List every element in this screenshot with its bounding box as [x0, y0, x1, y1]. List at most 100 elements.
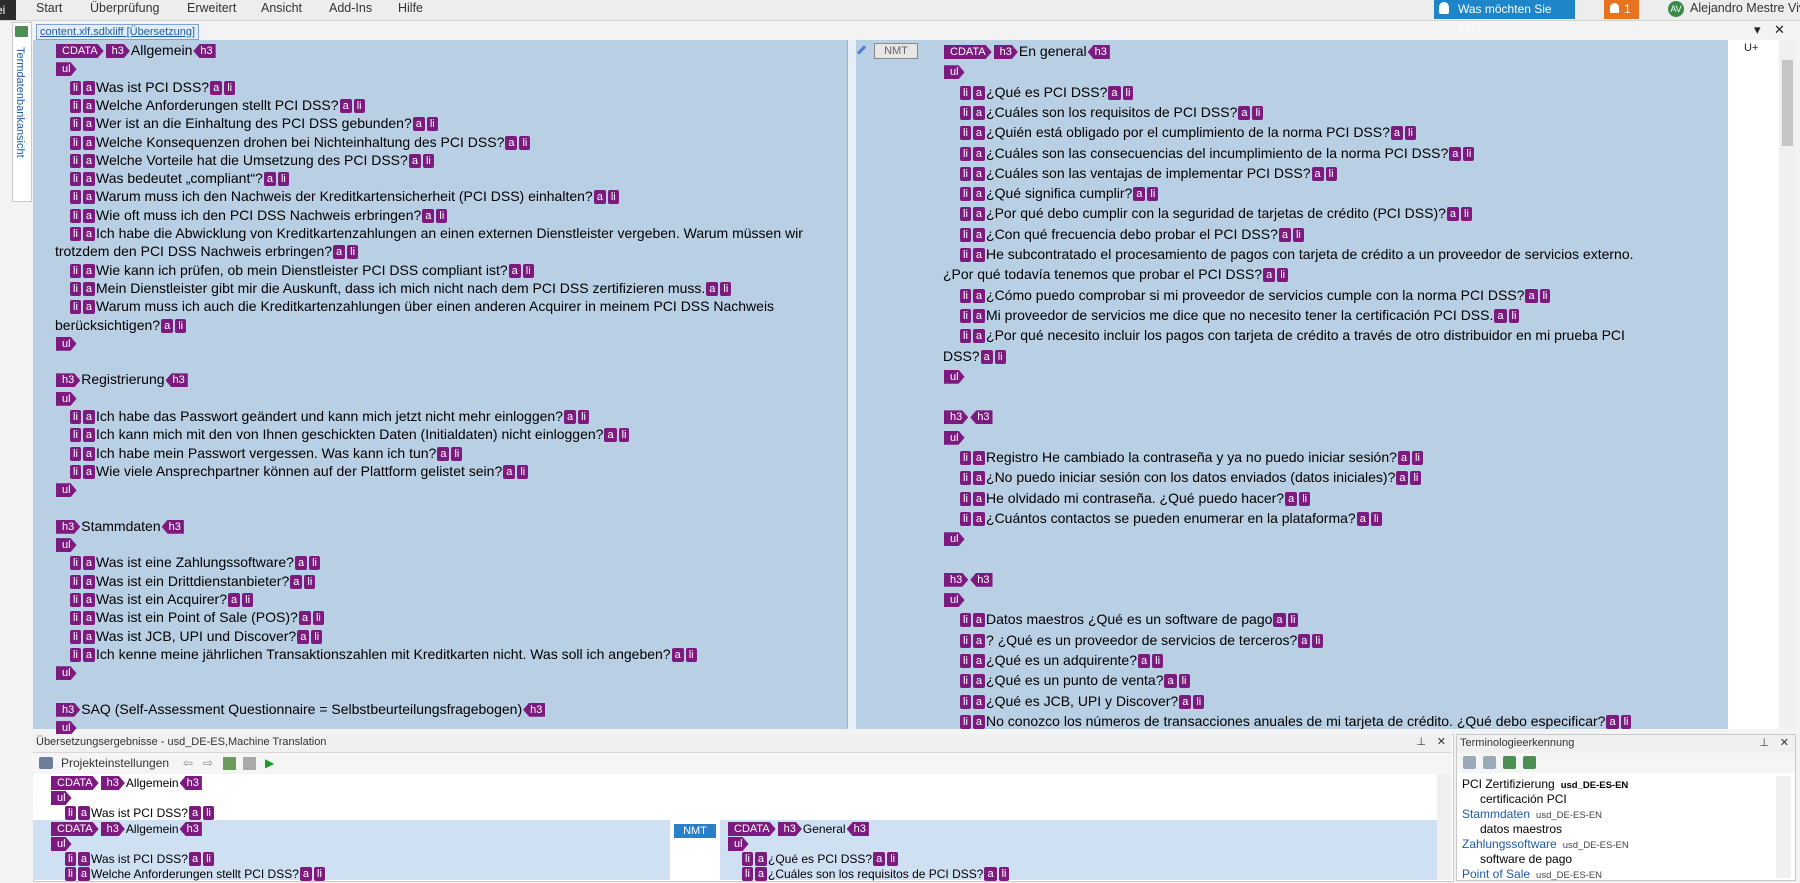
segment-line[interactable]: ul	[727, 837, 750, 852]
tag-li[interactable]: li	[1252, 105, 1264, 120]
results-scrollbar[interactable]	[1437, 774, 1452, 880]
tag-h3[interactable]: h3	[179, 776, 202, 790]
tag-li[interactable]: li	[960, 126, 971, 141]
tag-li[interactable]: li	[65, 852, 76, 866]
segment-line[interactable]: li a Was ist JCB, UPI und Discover? a li	[69, 627, 323, 646]
tag-li[interactable]: li	[70, 208, 81, 223]
segment-line[interactable]: h3 Registrierung h3	[55, 370, 189, 389]
tag-CDATA[interactable]: CDATA	[51, 776, 99, 790]
tag-a[interactable]: a	[1390, 126, 1404, 141]
tag-h3[interactable]: h3	[1087, 45, 1110, 59]
tag-li[interactable]: li	[1412, 451, 1423, 465]
tag-a[interactable]: a	[505, 135, 518, 150]
tag-ul[interactable]: ul	[944, 532, 965, 546]
tag-li[interactable]: li	[70, 172, 81, 187]
segment-line[interactable]: ul	[50, 791, 73, 806]
segment-line[interactable]: li a Ich kenne meine jährlichen Transaktio…	[69, 645, 698, 664]
tag-li[interactable]: li	[1410, 471, 1422, 486]
tag-li[interactable]: li	[1312, 633, 1324, 648]
tag-a[interactable]: a	[82, 556, 96, 571]
tag-li[interactable]: li	[960, 85, 971, 100]
segment-line[interactable]: h3 h3	[943, 570, 994, 589]
tag-a[interactable]: a	[297, 629, 310, 644]
tag-h3[interactable]: h3	[56, 703, 80, 717]
segment-line[interactable]: li a Was ist PCI DSS? a li	[69, 78, 236, 97]
tag-a[interactable]: a	[972, 613, 986, 628]
tag-h3[interactable]: h3	[179, 822, 202, 836]
tag-a[interactable]: a	[972, 674, 986, 689]
tag-a[interactable]: a	[972, 166, 986, 181]
scrollbar-thumb[interactable]	[1782, 60, 1793, 146]
tag-li[interactable]: li	[960, 633, 971, 648]
tag-CDATA[interactable]: CDATA	[944, 45, 992, 59]
tag-a[interactable]: a	[333, 245, 346, 260]
segment-line[interactable]: li a ¿Por qué debo cumplir con la segurida…	[959, 204, 1473, 223]
segment-line[interactable]: li a He olvidado mi contraseña. ¿Qué puedo…	[959, 489, 1311, 508]
settings-icon[interactable]	[39, 757, 53, 769]
tag-a[interactable]: a	[972, 227, 986, 242]
tag-a[interactable]: a	[972, 491, 986, 506]
tag-a[interactable]: a	[412, 117, 425, 132]
tag-a[interactable]: a	[972, 207, 986, 222]
term-target[interactable]: software de pago	[1480, 852, 1572, 867]
segment-line[interactable]: h3 SAQ (Self-Assessment Questionnaire = S…	[55, 700, 546, 719]
tag-li[interactable]: li	[1508, 308, 1520, 323]
tag-li[interactable]: li	[618, 428, 630, 443]
tag-a[interactable]: a	[82, 117, 96, 132]
segment-line[interactable]: ul	[55, 389, 78, 408]
tag-h3[interactable]: h3	[56, 373, 80, 387]
tag-ul[interactable]: ul	[56, 538, 77, 552]
tag-a[interactable]: a	[972, 126, 986, 141]
tag-a[interactable]: a	[1606, 714, 1619, 729]
tag-a[interactable]: a	[1396, 471, 1409, 486]
segment-line[interactable]: DSS? a li	[943, 347, 1007, 366]
tag-a[interactable]: a	[1133, 187, 1146, 202]
tag-a[interactable]: a	[82, 300, 96, 315]
segment-line[interactable]: li a Was ist ein Drittdienstanbieter? a li	[69, 572, 316, 591]
tag-li[interactable]: li	[70, 117, 81, 132]
segment-line[interactable]: li a Ich habe mein Passwort vergessen. Was…	[69, 444, 463, 463]
tag-li[interactable]: li	[960, 654, 971, 668]
segment-line[interactable]: li a ¿Cuáles son los requisitos de PCI DSS…	[959, 103, 1264, 122]
tab-ansicht[interactable]: Ansicht	[261, 0, 302, 20]
pin-icon[interactable]: ▾	[1754, 22, 1761, 38]
tag-a[interactable]: a	[972, 694, 986, 709]
segment-line[interactable]: li a Was ist ein Acquirer? a li	[69, 590, 254, 609]
tag-a[interactable]: a	[972, 146, 986, 161]
tag-a[interactable]: a	[82, 464, 96, 479]
tag-ul[interactable]: ul	[944, 370, 965, 384]
segment-line[interactable]: li a Wie kann ich prüfen, ob mein Dienstle…	[69, 261, 535, 280]
segment-line[interactable]: li a ¿Cómo puedo comprobar si mi proveedor…	[959, 286, 1551, 305]
tag-li[interactable]: li	[426, 117, 438, 132]
tag-a[interactable]: a	[82, 227, 96, 241]
segment-line[interactable]: ul	[943, 62, 966, 81]
tag-li[interactable]: li	[1463, 146, 1475, 161]
segment-line[interactable]: li a Was ist eine Zahlungssoftware? a li	[69, 553, 321, 572]
tag-h3[interactable]: h3	[56, 520, 80, 534]
segment-line[interactable]: li a ¿Qué es PCI DSS? a li	[741, 852, 899, 867]
tag-a[interactable]: a	[82, 172, 96, 187]
tag-ul[interactable]: ul	[728, 837, 749, 851]
segment-line[interactable]: li a ¿Cuáles son las consecuencias del inc…	[959, 144, 1475, 163]
pin-icon[interactable]: ⊥	[1416, 734, 1426, 751]
segment-line[interactable]: li a Datos maestros ¿Qué es un software de…	[959, 610, 1299, 629]
segment-line[interactable]: li a? ¿Qué es un proveedor de servicios d…	[959, 631, 1324, 650]
tag-li[interactable]: li	[312, 611, 324, 626]
tag-li[interactable]: li	[578, 410, 589, 424]
tag-li[interactable]: li	[224, 80, 236, 95]
tag-li[interactable]: li	[519, 135, 531, 150]
segment-line[interactable]: li a Was bedeutet „compliant“? a li	[69, 169, 290, 188]
segment-line[interactable]: li a ¿Por qué necesito incluir los pagos c…	[959, 326, 1625, 345]
segment-line[interactable]: li a No conozco los números de transaccion…	[959, 712, 1632, 731]
tag-li[interactable]: li	[277, 172, 289, 187]
tag-a[interactable]: a	[972, 288, 986, 303]
tag-li[interactable]: li	[960, 248, 971, 262]
tag-li[interactable]: li	[70, 574, 81, 589]
tag-a[interactable]: a	[1397, 451, 1411, 465]
tag-li[interactable]: li	[998, 867, 1010, 881]
segment-line[interactable]: CDATA h3 Allgemein h3	[50, 776, 203, 791]
tag-a[interactable]: a	[873, 852, 886, 866]
terminology-scrollbar[interactable]	[1776, 776, 1791, 878]
tag-a[interactable]: a	[593, 190, 606, 205]
segment-line[interactable]: li a ¿Qué es un punto de venta? a li	[959, 671, 1191, 690]
